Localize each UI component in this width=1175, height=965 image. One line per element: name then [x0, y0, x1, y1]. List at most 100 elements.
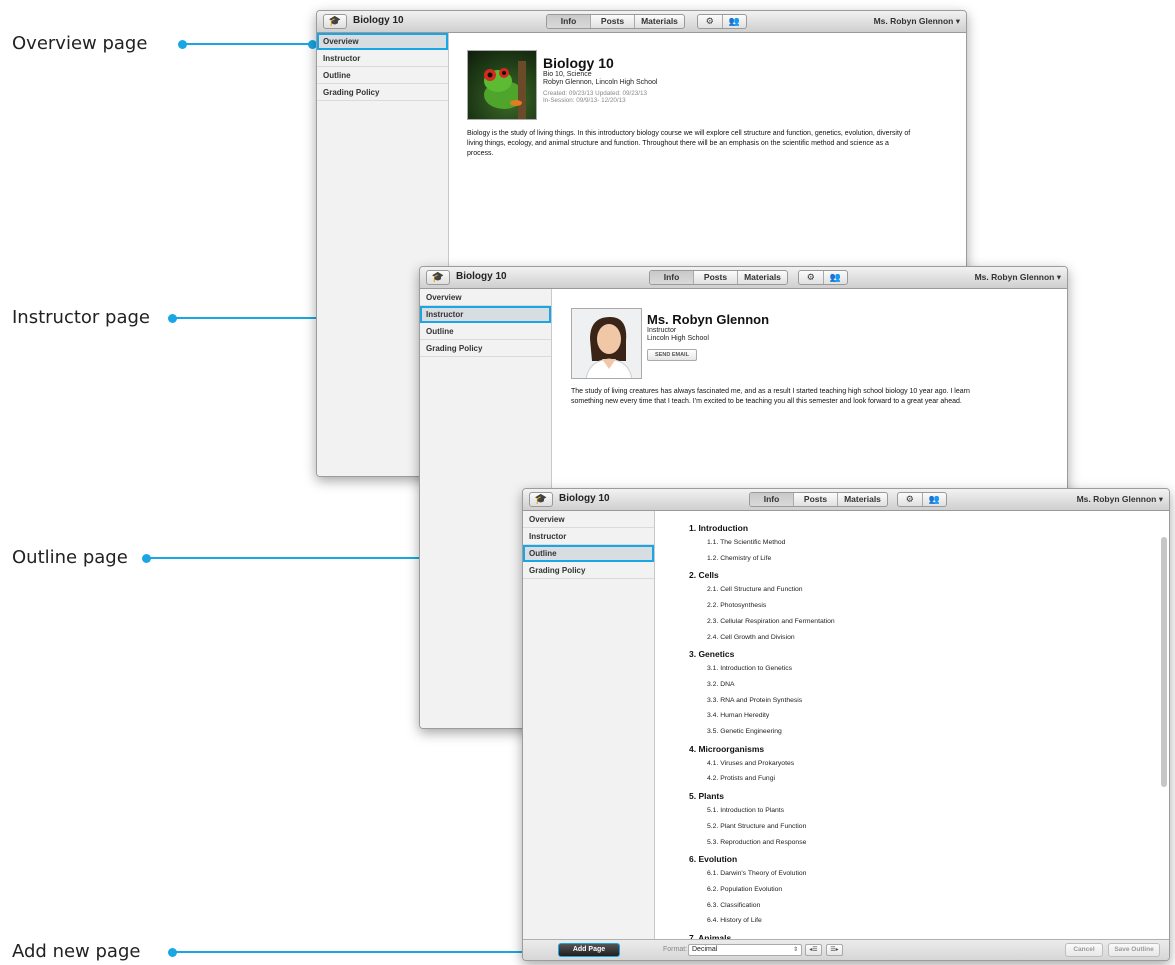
callout-label: Overview page — [12, 33, 148, 54]
titlebar: 🎓 Biology 10 Info Posts Materials ⚙ 👥 Ms… — [420, 267, 1067, 289]
format-select[interactable]: Decimal ⇕ — [688, 944, 802, 956]
instructor-school: Lincoln High School — [647, 335, 709, 342]
outline-section[interactable]: 6. Evolution — [689, 854, 737, 864]
indent-button[interactable]: ☰▸ — [826, 944, 843, 956]
outline-window: 🎓 Biology 10 Info Posts Materials ⚙ 👥 Ms… — [522, 488, 1170, 961]
app-title: Biology 10 — [559, 493, 610, 504]
outline-item[interactable]: 3.1. Introduction to Genetics — [707, 665, 792, 672]
outline-item[interactable]: 6.3. Classification — [707, 902, 760, 909]
instructor-role: Instructor — [647, 327, 677, 334]
course-subject: Bio 10, Science — [543, 71, 592, 78]
tool-buttons: ⚙ 👥 — [798, 270, 848, 285]
outline-item[interactable]: 5.3. Reproduction and Response — [707, 839, 806, 846]
tab-materials[interactable]: Materials — [635, 15, 684, 28]
callout-line — [184, 43, 312, 45]
gear-icon[interactable]: ⚙ — [698, 15, 723, 28]
user-menu[interactable]: Ms. Robyn Glennon ▾ — [874, 16, 960, 27]
outline-item[interactable]: 6.4. History of Life — [707, 917, 762, 924]
add-page-button[interactable]: Add Page — [558, 943, 620, 957]
outline-item[interactable]: 5.2. Plant Structure and Function — [707, 823, 806, 830]
outline-section[interactable]: 5. Plants — [689, 791, 724, 801]
tab-materials[interactable]: Materials — [838, 493, 887, 506]
outline-section[interactable]: 4. Microorganisms — [689, 744, 764, 754]
instructor-name: Ms. Robyn Glennon — [647, 312, 770, 327]
outdent-button[interactable]: ◂☰ — [805, 944, 822, 956]
graduation-cap-icon[interactable]: 🎓 — [529, 492, 553, 507]
scrollbar[interactable] — [1161, 537, 1167, 787]
view-tabs: Info Posts Materials — [649, 270, 788, 285]
sidebar-item-grading-policy[interactable]: Grading Policy — [420, 340, 551, 357]
callout-overview-page: Overview page — [12, 33, 318, 54]
titlebar: 🎓 Biology 10 Info Posts Materials ⚙ 👥 Ms… — [523, 489, 1169, 511]
course-session: In-Session: 09/9/13- 12/20/13 — [543, 97, 626, 104]
course-teacher: Robyn Glennon, Lincoln High School — [543, 79, 658, 86]
callout-line — [174, 951, 564, 953]
course-dates: Created: 09/23/13 Updated: 09/23/13 — [543, 90, 647, 97]
graduation-cap-icon[interactable]: 🎓 — [323, 14, 347, 29]
format-value: Decimal — [692, 946, 718, 953]
outline-item[interactable]: 2.3. Cellular Respiration and Fermentati… — [707, 618, 835, 625]
tab-materials[interactable]: Materials — [738, 271, 787, 284]
tab-info[interactable]: Info — [547, 15, 591, 28]
app-title: Biology 10 — [456, 271, 507, 282]
send-email-button[interactable]: SEND EMAIL — [647, 349, 697, 361]
titlebar: 🎓 Biology 10 Info Posts Materials ⚙ 👥 Ms… — [317, 11, 966, 33]
sidebar-item-instructor[interactable]: Instructor — [317, 50, 448, 67]
outline-item[interactable]: 3.4. Human Heredity — [707, 712, 769, 719]
instructor-bio: The study of living creatures has always… — [571, 388, 970, 405]
sidebar-item-grading-policy[interactable]: Grading Policy — [523, 562, 654, 579]
outline-item[interactable]: 6.2. Population Evolution — [707, 886, 782, 893]
sidebar-item-outline[interactable]: Outline — [317, 67, 448, 84]
gear-icon[interactable]: ⚙ — [898, 493, 923, 506]
view-tabs: Info Posts Materials — [749, 492, 888, 507]
course-description: Biology is the study of living things. I… — [467, 130, 911, 157]
save-outline-button[interactable]: Save Outline — [1108, 943, 1160, 957]
gear-icon[interactable]: ⚙ — [799, 271, 824, 284]
outline-item[interactable]: 2.4. Cell Growth and Division — [707, 634, 795, 641]
tab-info[interactable]: Info — [750, 493, 794, 506]
outline-item[interactable]: 4.2. Protists and Fungi — [707, 775, 775, 782]
outline-item[interactable]: 3.3. RNA and Protein Synthesis — [707, 697, 802, 704]
outline-item[interactable]: 5.1. Introduction to Plants — [707, 807, 784, 814]
graduation-cap-icon[interactable]: 🎓 — [426, 270, 450, 285]
people-icon[interactable]: 👥 — [923, 493, 947, 506]
outline-content: 1. Introduction 1.1. The Scientific Metho… — [655, 511, 1169, 939]
sidebar-item-overview[interactable]: Overview — [523, 511, 654, 528]
user-menu[interactable]: Ms. Robyn Glennon ▾ — [975, 272, 1061, 283]
course-image — [467, 50, 537, 120]
sidebar-item-overview[interactable]: Overview — [420, 289, 551, 306]
callout-add-new-page: Add new page — [12, 941, 572, 962]
tab-info[interactable]: Info — [650, 271, 694, 284]
user-menu[interactable]: Ms. Robyn Glennon ▾ — [1077, 494, 1163, 505]
people-icon[interactable]: 👥 — [824, 271, 848, 284]
app-title: Biology 10 — [353, 15, 404, 26]
tab-posts[interactable]: Posts — [794, 493, 838, 506]
select-arrows-icon: ⇕ — [792, 947, 798, 953]
cancel-button[interactable]: Cancel — [1065, 943, 1103, 957]
outline-section[interactable]: 1. Introduction — [689, 523, 748, 533]
outline-section[interactable]: 3. Genetics — [689, 649, 734, 659]
sidebar: Overview Instructor Outline Grading Poli… — [523, 511, 655, 939]
callout-label: Instructor page — [12, 307, 151, 328]
course-title: Biology 10 — [543, 55, 614, 71]
outline-item[interactable]: 6.1. Darwin's Theory of Evolution — [707, 870, 806, 877]
outline-section[interactable]: 2. Cells — [689, 570, 719, 580]
tab-posts[interactable]: Posts — [694, 271, 738, 284]
people-icon[interactable]: 👥 — [723, 15, 747, 28]
sidebar-item-outline[interactable]: Outline — [420, 323, 551, 340]
outline-footer: Add Page Format: Decimal ⇕ ◂☰ ☰▸ Cancel … — [523, 939, 1169, 960]
outline-item[interactable]: 2.2. Photosynthesis — [707, 602, 766, 609]
outline-item[interactable]: 3.2. DNA — [707, 681, 735, 688]
sidebar-item-instructor[interactable]: Instructor — [420, 306, 551, 323]
outline-item[interactable]: 1.1. The Scientific Method — [707, 539, 785, 546]
outline-item[interactable]: 4.1. Viruses and Prokaryotes — [707, 760, 794, 767]
outline-item[interactable]: 3.5. Genetic Engineering — [707, 728, 782, 735]
outline-item[interactable]: 1.2. Chemistry of Life — [707, 555, 771, 562]
sidebar-item-instructor[interactable]: Instructor — [523, 528, 654, 545]
sidebar-item-overview[interactable]: Overview — [317, 33, 448, 50]
tab-posts[interactable]: Posts — [591, 15, 635, 28]
sidebar-item-grading-policy[interactable]: Grading Policy — [317, 84, 448, 101]
callout-label: Outline page — [12, 547, 128, 568]
outline-item[interactable]: 2.1. Cell Structure and Function — [707, 586, 803, 593]
sidebar-item-outline[interactable]: Outline — [523, 545, 654, 562]
